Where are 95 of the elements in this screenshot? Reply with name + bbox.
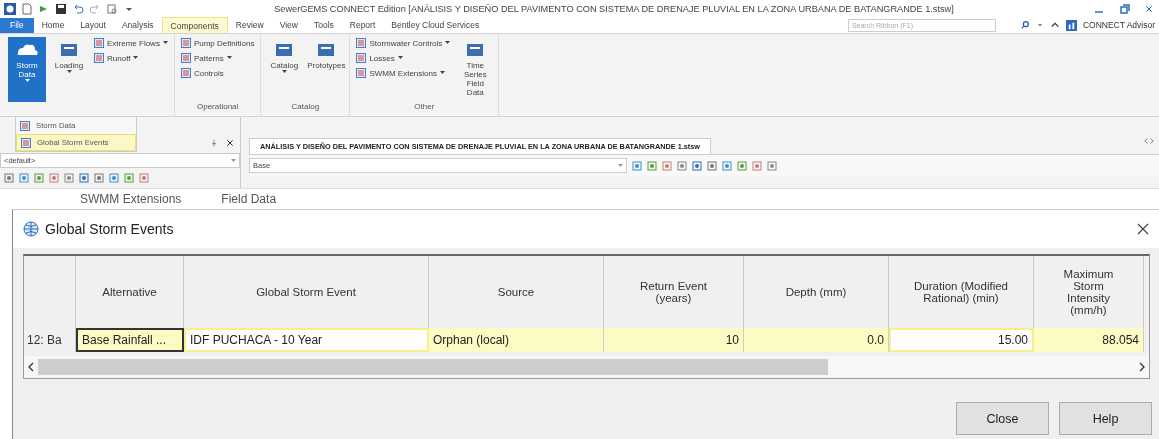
undo-icon[interactable] bbox=[72, 2, 84, 15]
advisor-icon[interactable] bbox=[1065, 19, 1077, 31]
menu-tab[interactable]: Home bbox=[33, 17, 73, 33]
table-cell[interactable]: 15.00 bbox=[889, 328, 1034, 352]
tool-icon[interactable] bbox=[692, 160, 702, 171]
tab-scroll-icon[interactable] bbox=[1143, 136, 1155, 146]
ribbon-button[interactable]: Pump Definitions bbox=[178, 36, 257, 50]
tool-icon[interactable] bbox=[722, 160, 732, 171]
caret-icon bbox=[226, 56, 232, 61]
caret-icon bbox=[439, 71, 445, 76]
tool-icon[interactable] bbox=[767, 160, 777, 171]
list-icon bbox=[21, 137, 31, 148]
tool-icon[interactable] bbox=[4, 173, 14, 183]
dialog-title: Global Storm Events bbox=[45, 221, 174, 237]
table-cell[interactable]: 10 bbox=[604, 328, 744, 352]
ribbon-button[interactable]: Controls bbox=[178, 66, 257, 80]
ribbon-button[interactable]: Storm Data bbox=[8, 36, 46, 102]
caret-icon bbox=[66, 69, 72, 74]
new-file-icon[interactable] bbox=[21, 2, 33, 15]
group-label: Catalog bbox=[290, 102, 321, 113]
table-cell[interactable]: 0.0 bbox=[744, 328, 889, 352]
tool-icon[interactable] bbox=[752, 160, 762, 171]
menu-tab[interactable]: Tools bbox=[305, 17, 342, 33]
search-icon[interactable] bbox=[1019, 20, 1030, 31]
advisor-link[interactable]: CONNECT Advisor bbox=[1082, 20, 1155, 31]
tool-icon[interactable] bbox=[64, 173, 74, 183]
tool-icon[interactable] bbox=[662, 160, 672, 171]
list-icon bbox=[180, 38, 191, 49]
app-logo-icon[interactable] bbox=[4, 2, 16, 15]
caret-icon bbox=[281, 69, 287, 74]
tool-icon[interactable] bbox=[124, 173, 134, 183]
list-icon bbox=[356, 68, 367, 79]
caret-icon bbox=[133, 56, 139, 61]
redo-icon[interactable] bbox=[89, 2, 101, 15]
list-icon bbox=[180, 68, 191, 79]
table-cell[interactable]: IDF PUCHACA - 10 Year bbox=[184, 328, 429, 352]
close-icon[interactable] bbox=[1137, 223, 1149, 235]
print-preview-icon[interactable] bbox=[106, 2, 118, 15]
ribbon-button[interactable]: Losses bbox=[354, 51, 453, 65]
tool-icon[interactable] bbox=[94, 173, 104, 183]
ribbon-button[interactable]: Catalog bbox=[265, 36, 304, 102]
ribbon-button[interactable]: Time Series Field Data bbox=[456, 36, 495, 102]
tool-icon[interactable] bbox=[707, 160, 717, 171]
list-icon bbox=[94, 38, 104, 49]
caret-icon bbox=[445, 41, 451, 46]
tab-label: SWMM Extensions bbox=[80, 192, 182, 206]
ribbon-button[interactable]: Patterns bbox=[178, 51, 257, 65]
group-label: Other bbox=[413, 102, 436, 113]
ribbon-button[interactable]: Stormwater Controls bbox=[354, 36, 453, 50]
caret-icon bbox=[24, 78, 30, 83]
ribbon-button[interactable]: SWMM Extensions bbox=[354, 66, 453, 80]
list-icon bbox=[356, 38, 367, 49]
tool-icon[interactable] bbox=[19, 173, 29, 183]
ribbon-button[interactable]: Extreme Flows bbox=[92, 36, 170, 50]
dialog-button[interactable]: Close bbox=[956, 402, 1049, 435]
ribbon-button[interactable]: Loading bbox=[50, 36, 88, 102]
list-icon bbox=[20, 120, 30, 131]
tool-icon[interactable] bbox=[632, 160, 642, 171]
tool-icon[interactable] bbox=[737, 160, 747, 171]
dialog-button[interactable]: Help bbox=[1059, 402, 1152, 435]
window-title: SewerGEMS CONNECT Edition [ANÁLISIS Y DISEÑO DEL PAVIMENTO CON SISTEMA DE DRENAJE PLUVIAL EN LA ZONA URBANA DE BATANGRANDE 1.stsw] bbox=[273, 3, 955, 14]
tool-icon[interactable] bbox=[677, 160, 687, 171]
menu-tab[interactable]: Bentley Cloud Services bbox=[383, 17, 488, 33]
scrollbar-thumb[interactable] bbox=[38, 359, 828, 375]
menu-tab[interactable]: Review bbox=[227, 17, 272, 33]
ribbon-button[interactable]: Runoff bbox=[92, 51, 170, 65]
save-icon[interactable] bbox=[55, 2, 67, 15]
menu-tab[interactable]: Layout bbox=[72, 17, 114, 33]
tab-label: Field Data bbox=[221, 192, 277, 206]
caret-icon bbox=[397, 56, 403, 61]
tool-icon[interactable] bbox=[139, 173, 149, 183]
caret-icon bbox=[162, 41, 168, 46]
tool-icon[interactable] bbox=[49, 173, 59, 183]
caret-icon bbox=[231, 158, 236, 163]
ribbon-button[interactable]: Prototypes bbox=[307, 36, 346, 102]
table-cell[interactable]: 88.054 bbox=[1034, 328, 1144, 352]
list-icon bbox=[356, 53, 367, 64]
list-icon bbox=[180, 53, 191, 64]
table-cell[interactable]: Orphan (local) bbox=[429, 328, 604, 352]
group-label: Operational bbox=[195, 102, 240, 113]
pin-icon[interactable] bbox=[210, 138, 218, 148]
table-cell[interactable]: Base Rainfall ... bbox=[76, 328, 184, 352]
menu-tab[interactable]: Report bbox=[341, 17, 384, 33]
menu-tab[interactable]: Components bbox=[161, 17, 228, 34]
close-icon[interactable] bbox=[226, 139, 234, 147]
tool-icon[interactable] bbox=[647, 160, 657, 171]
tool-icon[interactable] bbox=[109, 173, 119, 183]
globe-icon bbox=[23, 221, 39, 237]
tool-icon[interactable] bbox=[34, 173, 44, 183]
list-icon bbox=[94, 53, 104, 64]
tool-icon[interactable] bbox=[79, 173, 89, 183]
caret-icon bbox=[618, 163, 623, 168]
restore-icon[interactable] bbox=[1119, 2, 1131, 15]
menu-tab[interactable]: View bbox=[271, 17, 306, 33]
menu-tab[interactable]: Analysis bbox=[113, 17, 162, 33]
